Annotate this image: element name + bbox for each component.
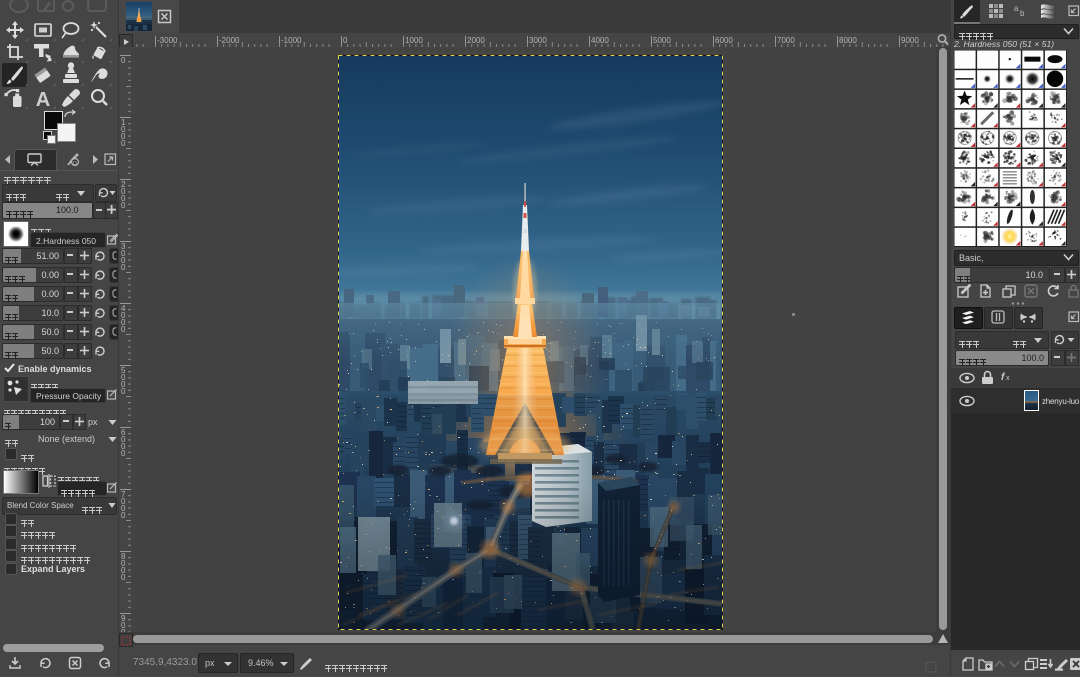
svg-text:0: 0 xyxy=(121,511,126,520)
svg-text:-3000: -3000 xyxy=(157,36,178,45)
svg-text:-2000: -2000 xyxy=(219,36,240,45)
svg-text:6000: 6000 xyxy=(715,36,733,45)
svg-text:1000: 1000 xyxy=(405,36,423,45)
svg-text:5000: 5000 xyxy=(653,36,671,45)
svg-text:0: 0 xyxy=(121,56,126,65)
svg-text:9000: 9000 xyxy=(901,36,919,45)
svg-text:0: 0 xyxy=(343,36,348,45)
svg-text:0: 0 xyxy=(121,325,126,334)
svg-text:0: 0 xyxy=(121,628,126,632)
svg-text:o: o xyxy=(73,160,77,167)
svg-text:8000: 8000 xyxy=(839,36,857,45)
svg-text:-1000: -1000 xyxy=(281,36,302,45)
svg-text:0: 0 xyxy=(121,387,126,396)
svg-text:2000: 2000 xyxy=(467,36,485,45)
svg-text:0: 0 xyxy=(121,139,126,148)
svg-text:0: 0 xyxy=(121,263,126,272)
svg-text:4000: 4000 xyxy=(591,36,609,45)
svg-text:7000: 7000 xyxy=(777,36,795,45)
svg-text:0: 0 xyxy=(121,201,126,210)
svg-text:0: 0 xyxy=(121,449,126,458)
svg-text:0: 0 xyxy=(121,573,126,582)
svg-text:3000: 3000 xyxy=(529,36,547,45)
